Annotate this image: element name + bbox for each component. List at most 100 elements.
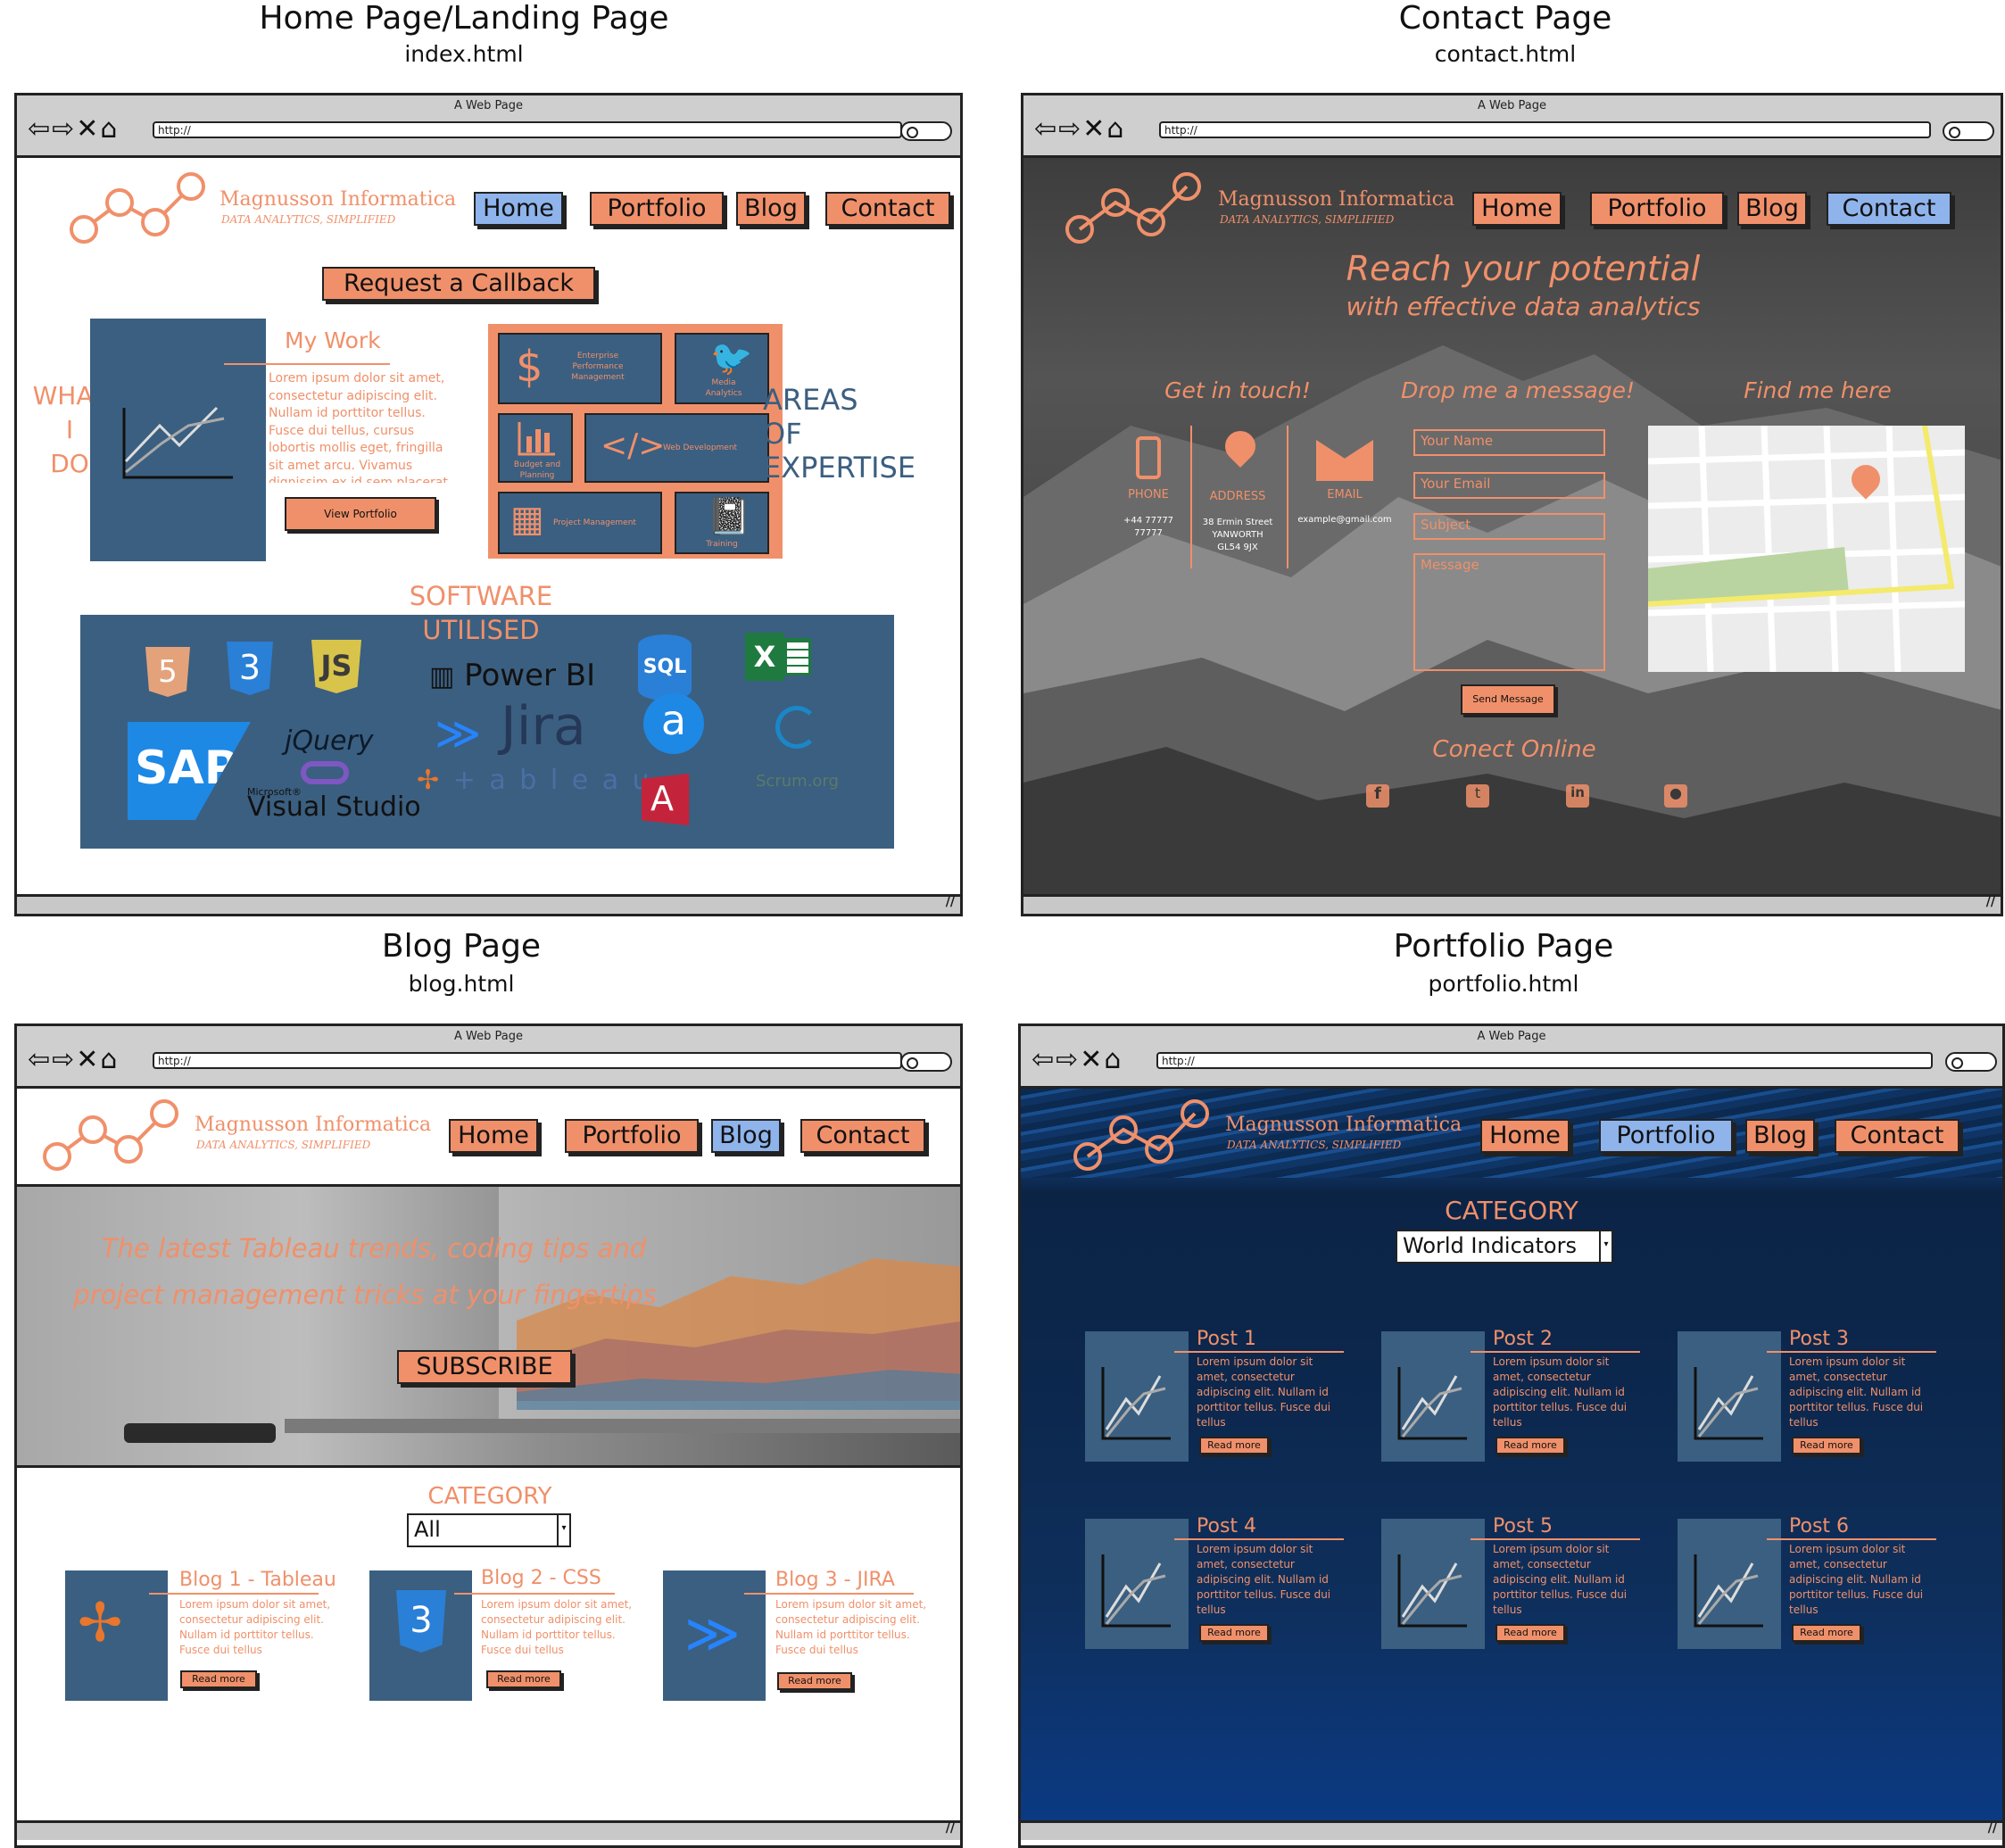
tile-training-label: Training [706, 540, 738, 549]
nav-home[interactable]: Home [449, 1119, 538, 1153]
post-4-read-more[interactable]: Read more [1199, 1624, 1269, 1642]
search-icon[interactable] [1945, 1052, 1997, 1072]
nav-portfolio[interactable]: Portfolio [1590, 192, 1724, 226]
areas-line-2: OF [763, 417, 802, 451]
post-6-body: Lorem ipsum dolor sit amet, consectetur … [1789, 1543, 1924, 1616]
tableau-icon: ✢ [417, 765, 443, 796]
blog-3-read-more[interactable]: Read more [777, 1672, 852, 1690]
contact-filename: contact.html [1434, 41, 1577, 67]
your-name-field[interactable]: Your Name [1413, 429, 1605, 456]
subject-field[interactable]: Subject [1413, 513, 1605, 540]
window-title: A Web Page [454, 1030, 523, 1043]
nav-home[interactable]: Home [474, 192, 563, 226]
post-2-read-more[interactable]: Read more [1495, 1437, 1565, 1454]
nav-blog[interactable]: Blog [711, 1119, 781, 1153]
post-5-read-more[interactable]: Read more [1495, 1624, 1565, 1642]
send-message-button[interactable]: Send Message [1461, 684, 1555, 715]
nav-home[interactable]: Home [1480, 1119, 1570, 1153]
nav-contact[interactable]: Contact [1827, 192, 1951, 226]
tile-pm-label: Project Management [553, 518, 636, 527]
blog-category-select[interactable]: All ▾ [407, 1513, 571, 1547]
tile-epm[interactable]: $ Enterprise Performance Management [498, 333, 662, 404]
nav-blog[interactable]: Blog [1737, 192, 1807, 226]
view-portfolio-button[interactable]: View Portfolio [285, 497, 436, 531]
phone-value: +44 77777 77777 [1123, 516, 1174, 538]
contact-heading: Contact Page [1398, 0, 1612, 37]
search-icon[interactable] [900, 121, 952, 141]
portfolio-category-select[interactable]: World Indicators ▾ [1396, 1230, 1613, 1264]
home-page-content: Magnusson Informatica DATA ANALYTICS, SI… [17, 158, 960, 894]
blog-2-read-more[interactable]: Read more [486, 1670, 561, 1688]
browser-nav-icons[interactable]: ⇦⇨✕⌂ [28, 113, 119, 145]
post-3-read-more[interactable]: Read more [1792, 1437, 1861, 1454]
chevron-down-icon: ▾ [557, 1515, 569, 1546]
post-6-read-more[interactable]: Read more [1792, 1624, 1861, 1642]
nav-blog[interactable]: Blog [736, 192, 806, 226]
line-chart-icon [1101, 1554, 1171, 1628]
nav-home[interactable]: Home [1472, 192, 1562, 226]
software-heading: SOFTWARE UTILISED [374, 579, 588, 647]
address-value: 38 Ermin Street YANWORTH GL54 9JX [1202, 518, 1273, 552]
address-bar[interactable]: http:// [1156, 1052, 1933, 1069]
blog-1-read-more[interactable]: Read more [180, 1670, 257, 1688]
map[interactable] [1648, 426, 1965, 672]
browser-nav-icons[interactable]: ⇦⇨✕⌂ [1031, 1044, 1123, 1075]
browser-nav-icons[interactable]: ⇦⇨✕⌂ [28, 1044, 119, 1075]
line-chart-icon [1694, 1554, 1763, 1628]
request-callback-button[interactable]: Request a Callback [322, 267, 595, 301]
twitter-icon: 🐦 [710, 338, 753, 377]
address-bar[interactable]: http:// [1159, 121, 1931, 138]
blog-hero-line-2: project management tricks at your finger… [73, 1280, 657, 1310]
nav-portfolio[interactable]: Portfolio [565, 1119, 699, 1153]
nav-portfolio[interactable]: Portfolio [1599, 1119, 1733, 1153]
calendar-icon: ▦ [510, 499, 544, 540]
post-2-image [1381, 1331, 1485, 1462]
post-3-image [1678, 1331, 1781, 1462]
tile-pm[interactable]: ▦ Project Management [498, 492, 662, 554]
line-chart-icon [1101, 1367, 1171, 1440]
subscribe-button[interactable]: SUBSCRIBE [397, 1350, 572, 1384]
address-bar[interactable]: http:// [153, 1052, 902, 1069]
message-field[interactable]: Message [1413, 553, 1605, 671]
post-2-title: Post 2 [1493, 1328, 1553, 1350]
nav-contact[interactable]: Contact [825, 192, 950, 226]
browser-toolbar: A Web Page ⇦⇨✕⌂ http:// [1021, 1026, 2002, 1089]
linkedin-icon[interactable]: in [1566, 784, 1589, 808]
drop-message-heading: Drop me a message! [1401, 377, 1635, 403]
browser-nav-icons[interactable]: ⇦⇨✕⌂ [1034, 113, 1125, 145]
blog-3-body: Lorem ipsum dolor sit amet, consectetur … [775, 1598, 927, 1656]
search-icon[interactable] [900, 1052, 952, 1072]
your-email-field[interactable]: Your Email [1413, 472, 1605, 499]
logo-icon [1073, 1099, 1209, 1171]
nav-blog[interactable]: Blog [1745, 1119, 1815, 1153]
blog-3-rule [744, 1593, 914, 1595]
blog-2-rule [454, 1593, 615, 1595]
powerbi-logo: ▥ Power BI [429, 658, 596, 693]
blog-hero-line-1: The latest Tableau trends, coding tips a… [101, 1233, 647, 1264]
portfolio-heading: Portfolio Page [1393, 928, 1614, 965]
facebook-icon[interactable]: f [1366, 784, 1389, 808]
portfolio-category-value: World Indicators [1403, 1233, 1577, 1258]
tableau-logo: ✢ + a b l e a u [417, 765, 652, 796]
address-bar[interactable]: http:// [153, 121, 902, 138]
software-line-2: UTILISED [422, 615, 540, 645]
tile-media[interactable]: 🐦 Media Analytics [675, 333, 769, 404]
html5-logo: 5 [145, 647, 190, 697]
blog-category-label: CATEGORY [427, 1483, 552, 1510]
github-icon[interactable]: ● [1664, 784, 1687, 808]
portfolio-filename: portfolio.html [1428, 971, 1579, 997]
nav-portfolio[interactable]: Portfolio [590, 192, 724, 226]
tile-budget[interactable]: Budget and Planning [498, 413, 573, 483]
twitter-icon[interactable]: t [1466, 784, 1489, 808]
nav-contact[interactable]: Contact [1835, 1119, 1959, 1153]
portfolio-page-content: Magnusson Informatica DATA ANALYTICS, SI… [1021, 1089, 2002, 1826]
search-icon[interactable] [1943, 121, 1994, 141]
tile-training[interactable]: 📓 Training [675, 492, 769, 554]
nav-contact[interactable]: Contact [800, 1119, 925, 1153]
logo-icon [70, 172, 205, 244]
tile-web[interactable]: </> Web Development [584, 413, 769, 483]
post-1-read-more[interactable]: Read more [1199, 1437, 1269, 1454]
blog-browser-window: A Web Page ⇦⇨✕⌂ http:// Magnusson Inform… [14, 1023, 963, 1848]
blog-3-title: Blog 3 - JIRA [775, 1569, 895, 1591]
brand-tagline: DATA ANALYTICS, SIMPLIFIED [196, 1139, 371, 1151]
